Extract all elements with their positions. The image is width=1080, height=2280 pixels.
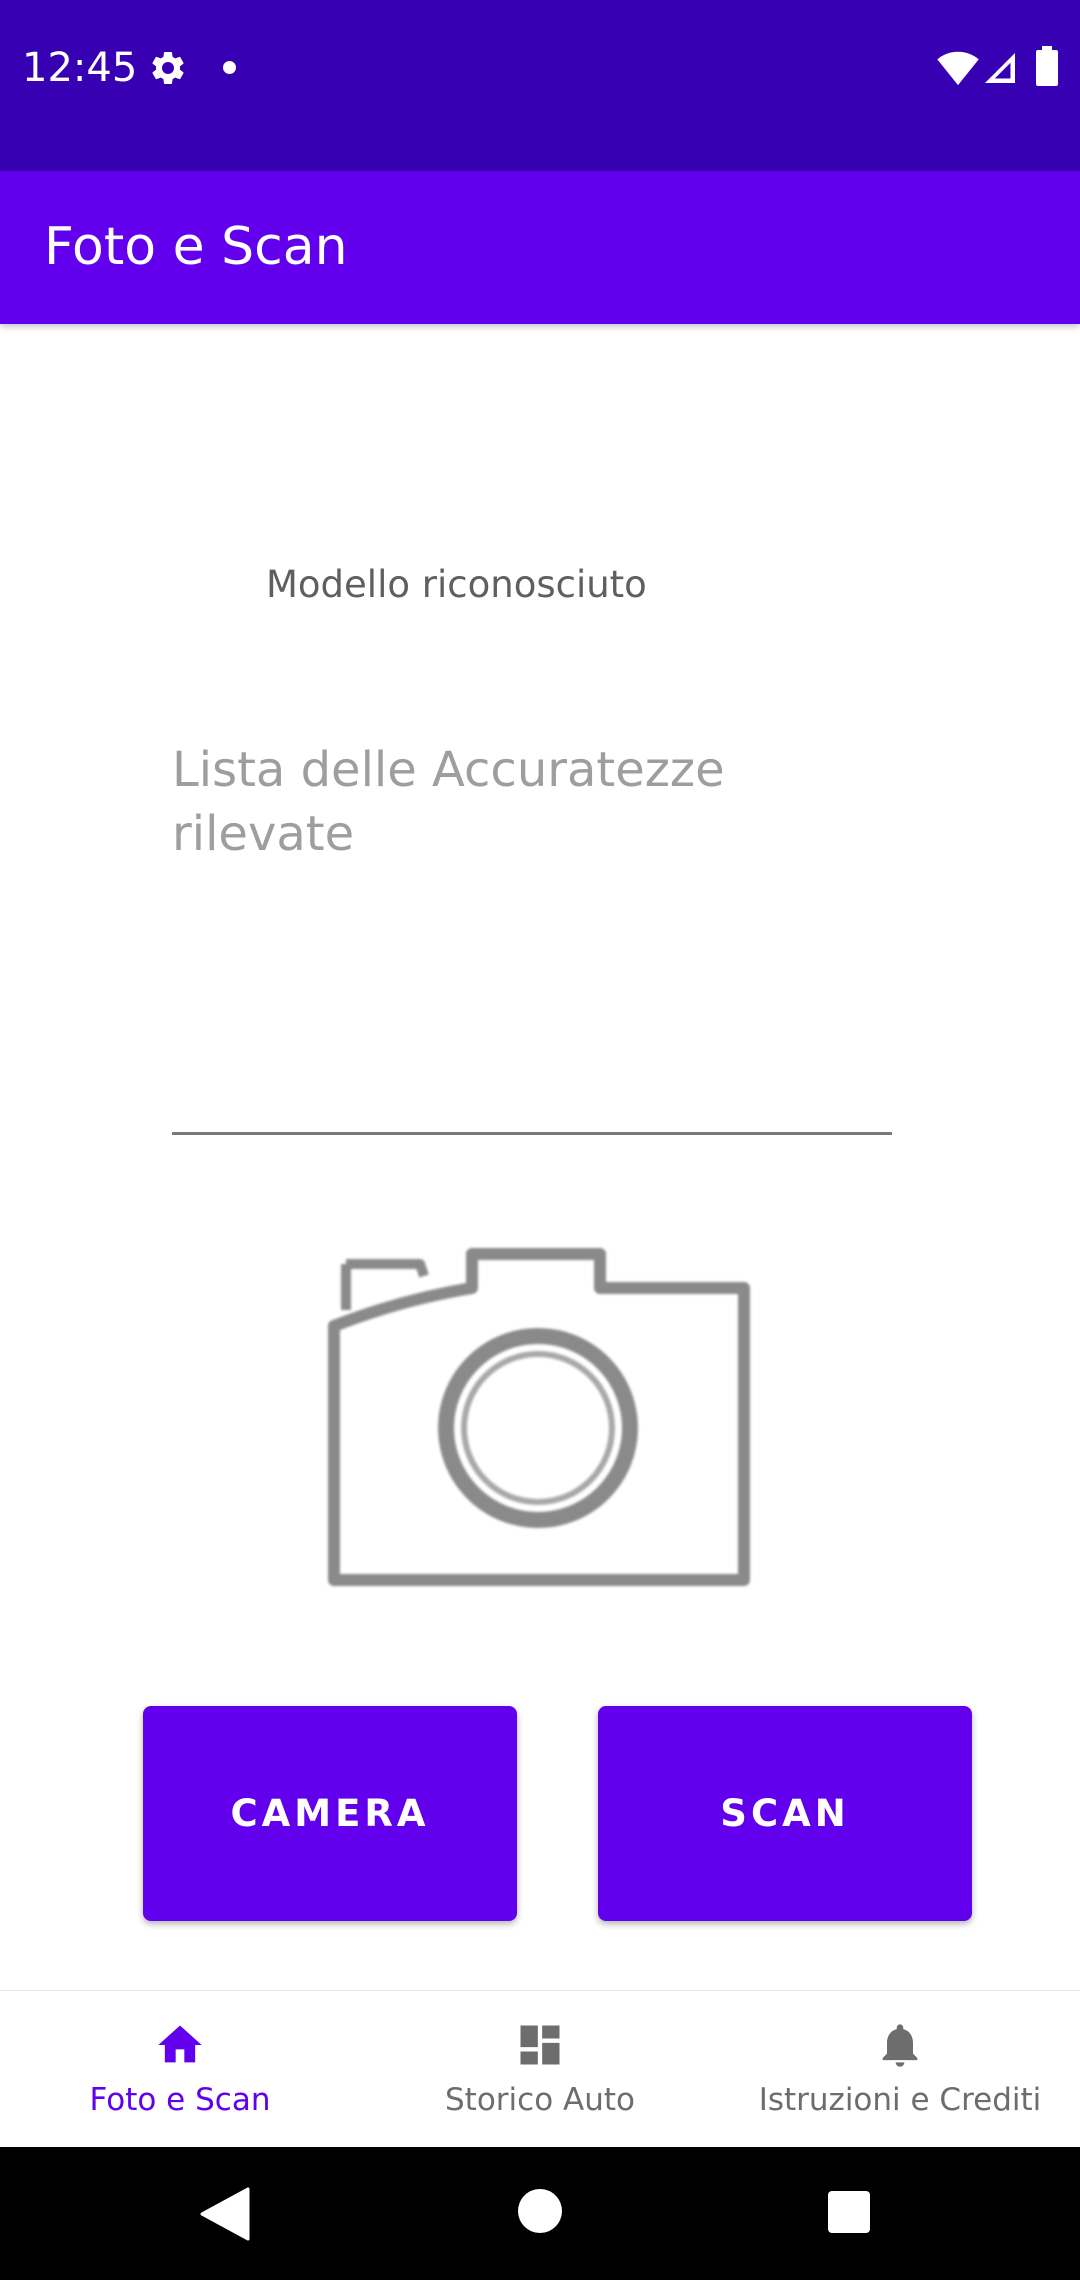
gear-icon <box>152 51 184 84</box>
home-button-icon[interactable] <box>518 2189 562 2233</box>
bottom-navigation: Foto e Scan Storico Auto Istruzioni e Cr… <box>0 1990 1080 2147</box>
bell-icon <box>882 2024 918 2067</box>
accuracy-list-field[interactable]: Lista delle Accuratezze rilevate <box>172 725 892 1135</box>
camera-icon <box>328 1248 750 1586</box>
recents-icon[interactable] <box>828 2191 870 2233</box>
dashboard-icon <box>520 2025 560 2065</box>
signal-icon <box>985 53 1015 83</box>
accuracy-placeholder: Lista delle Accuratezze rilevate <box>172 742 725 862</box>
back-icon[interactable] <box>200 2187 250 2241</box>
status-bar: 12:45 <box>0 0 1080 171</box>
nav-item-storico-auto[interactable]: Storico Auto <box>360 1991 720 2148</box>
wifi-icon <box>937 51 979 86</box>
app-bar: Foto e Scan <box>0 171 1080 324</box>
page-title: Foto e Scan <box>44 217 348 277</box>
camera-button[interactable]: CAMERA <box>143 1706 517 1921</box>
battery-icon <box>1036 46 1058 86</box>
nav-item-foto-e-scan[interactable]: Foto e Scan <box>0 1991 360 2148</box>
system-navigation-bar <box>0 2147 1080 2280</box>
status-time: 12:45 <box>22 45 138 91</box>
notification-dot-icon <box>223 61 236 74</box>
scan-button[interactable]: SCAN <box>598 1706 972 1921</box>
model-label: Modello riconosciuto <box>266 563 647 606</box>
nav-label-foto-e-scan: Foto e Scan <box>89 2082 271 2118</box>
nav-label-storico-auto: Storico Auto <box>445 2082 635 2118</box>
nav-item-istruzioni-e-crediti[interactable]: Istruzioni e Crediti <box>720 1991 1080 2148</box>
nav-label-istruzioni-e-crediti: Istruzioni e Crediti <box>758 2082 1042 2118</box>
home-icon <box>158 2025 202 2063</box>
